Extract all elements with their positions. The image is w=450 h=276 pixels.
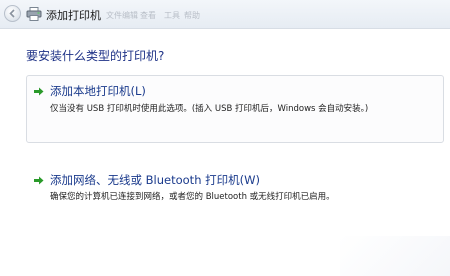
ghost-menu-item: 文件 — [106, 11, 122, 20]
add-printer-window: 添加打印机 文件 编辑 查看 工具 帮助 要安装什么类型的打印机? 添加本地打印… — [0, 0, 450, 276]
add-network-printer-link[interactable]: 添加网络、无线或 Bluetooth 打印机(W) — [50, 172, 260, 188]
ghost-menu-item: 工具 — [164, 11, 180, 20]
ghost-menu-item: 帮助 — [184, 11, 200, 20]
title-bar: 添加打印机 文件 编辑 查看 工具 帮助 — [0, 0, 450, 29]
green-arrow-icon — [34, 176, 44, 185]
add-local-printer-link[interactable]: 添加本地打印机(L) — [50, 83, 146, 99]
ghost-menu-item: 编辑 — [122, 11, 138, 20]
watermark-shade — [340, 236, 450, 276]
green-arrow-icon — [34, 87, 44, 96]
back-button[interactable] — [4, 5, 21, 22]
page-heading: 要安装什么类型的打印机? — [26, 49, 165, 63]
window-title: 添加打印机 — [46, 9, 101, 22]
printer-icon — [26, 7, 42, 21]
back-arrow-icon — [9, 9, 15, 18]
add-network-printer-description: 确保您的计算机已连接到网络，或者您的 Bluetooth 或无线打印机已启用。 — [50, 192, 335, 202]
ghost-menu-item: 查看 — [140, 11, 156, 20]
add-local-printer-description: 仅当没有 USB 打印机时使用此选项。(插入 USB 打印机后，Windows … — [50, 104, 369, 114]
